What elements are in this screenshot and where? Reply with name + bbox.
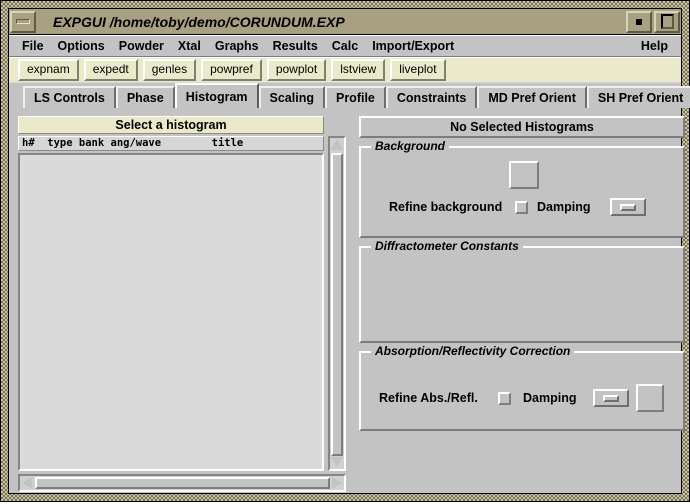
select-histogram-header: Select a histogram (18, 116, 324, 134)
tool-bar: expnam expedt genles powpref powplot lst… (9, 57, 681, 82)
no-selected-histograms-banner: No Selected Histograms (359, 116, 685, 138)
optionmenu-indicator-icon (620, 203, 636, 211)
menu-help[interactable]: Help (634, 38, 675, 54)
histogram-settings-pane: No Selected Histograms Background Refine… (359, 116, 689, 504)
restore-icon (636, 18, 642, 25)
title-bar: EXPGUI /home/toby/demo/CORUNDUM.EXP (9, 9, 681, 35)
histogram-selection-pane: Select a histogram h# type bank ang/wave… (18, 116, 352, 492)
tab-sh-pref-orient[interactable]: SH Pref Orient (586, 86, 690, 108)
background-terms-button[interactable] (509, 161, 539, 189)
refine-absorption-checkbox[interactable] (498, 392, 511, 405)
absorption-group-title: Absorption/Reflectivity Correction (371, 344, 575, 358)
refine-absorption-label: Refine Abs./Refl. (379, 391, 478, 405)
window-title: EXPGUI /home/toby/demo/CORUNDUM.EXP (53, 13, 345, 30)
tab-scaling[interactable]: Scaling (258, 86, 325, 108)
window-maximize-button[interactable] (654, 10, 680, 33)
background-damping-optionmenu[interactable] (610, 198, 646, 216)
triangle-down-icon (331, 457, 343, 467)
toolbar-button-lstview[interactable]: lstview (331, 59, 386, 81)
menu-calc[interactable]: Calc (325, 38, 365, 54)
menu-options[interactable]: Options (51, 38, 112, 54)
tab-md-pref-orient[interactable]: MD Pref Orient (477, 86, 587, 108)
vertical-scrollbar-thumb[interactable] (331, 153, 343, 456)
histogram-list[interactable] (18, 153, 324, 471)
menu-import-export[interactable]: Import/Export (365, 38, 461, 54)
titlebar-button-group (625, 10, 681, 33)
histogram-column-headers: h# type bank ang/wave title (18, 136, 324, 151)
tab-histogram[interactable]: Histogram (174, 83, 259, 108)
toolbar-button-powpref[interactable]: powpref (201, 59, 262, 81)
menu-results[interactable]: Results (266, 38, 325, 54)
toolbar-button-powplot[interactable]: powplot (266, 59, 327, 81)
background-damping-label: Damping (537, 200, 591, 214)
refine-background-label: Refine background (389, 200, 503, 214)
diffractometer-constants-group: Diffractometer Constants (359, 239, 685, 343)
tab-ls-controls[interactable]: LS Controls (23, 86, 116, 108)
absorption-reflectivity-group: Absorption/Reflectivity Correction Refin… (359, 344, 685, 431)
minimize-icon (16, 19, 30, 24)
toolbar-button-expedt[interactable]: expedt (83, 59, 138, 81)
window-restore-button[interactable] (626, 10, 652, 33)
menu-xtal[interactable]: Xtal (171, 38, 208, 54)
scroll-left-arrow-icon[interactable] (21, 477, 33, 489)
histogram-list-vertical-scrollbar[interactable] (328, 136, 346, 471)
optionmenu-indicator-icon (603, 394, 619, 402)
triangle-right-icon (332, 477, 342, 489)
menu-bar: File Options Powder Xtal Graphs Results … (9, 35, 681, 57)
toolbar-button-genles[interactable]: genles (142, 59, 197, 81)
menu-graphs[interactable]: Graphs (208, 38, 266, 54)
scroll-up-arrow-icon[interactable] (331, 139, 343, 151)
absorption-damping-optionmenu[interactable] (593, 389, 629, 407)
background-group-title: Background (371, 139, 450, 153)
tab-strip: LS Controls Phase Histogram Scaling Prof… (9, 83, 690, 108)
refine-background-checkbox[interactable] (515, 201, 528, 214)
application-window: EXPGUI /home/toby/demo/CORUNDUM.EXP File… (0, 0, 690, 502)
histogram-list-horizontal-scrollbar[interactable] (18, 474, 346, 492)
window-client-area: EXPGUI /home/toby/demo/CORUNDUM.EXP File… (8, 8, 690, 494)
toolbar-button-liveplot[interactable]: liveplot (390, 59, 446, 81)
background-group: Background Refine background Damping (359, 139, 685, 238)
menu-file[interactable]: File (15, 38, 51, 54)
tab-profile[interactable]: Profile (324, 86, 386, 108)
horizontal-scrollbar-thumb[interactable] (35, 477, 330, 489)
absorption-damping-label: Damping (523, 391, 577, 405)
tab-phase[interactable]: Phase (115, 86, 175, 108)
tab-constraints[interactable]: Constraints (385, 86, 478, 108)
menu-powder[interactable]: Powder (112, 38, 171, 54)
triangle-up-icon (331, 140, 343, 150)
window-minimize-button[interactable] (10, 10, 36, 33)
scroll-right-arrow-icon[interactable] (331, 477, 343, 489)
scroll-down-arrow-icon[interactable] (331, 456, 343, 468)
main-content: Select a histogram h# type bank ang/wave… (9, 108, 685, 493)
triangle-left-icon (22, 477, 32, 489)
maximize-icon (660, 14, 674, 29)
toolbar-button-expnam[interactable]: expnam (18, 59, 79, 81)
absorption-edit-button[interactable] (636, 384, 664, 412)
diffractometer-constants-group-title: Diffractometer Constants (371, 239, 523, 253)
